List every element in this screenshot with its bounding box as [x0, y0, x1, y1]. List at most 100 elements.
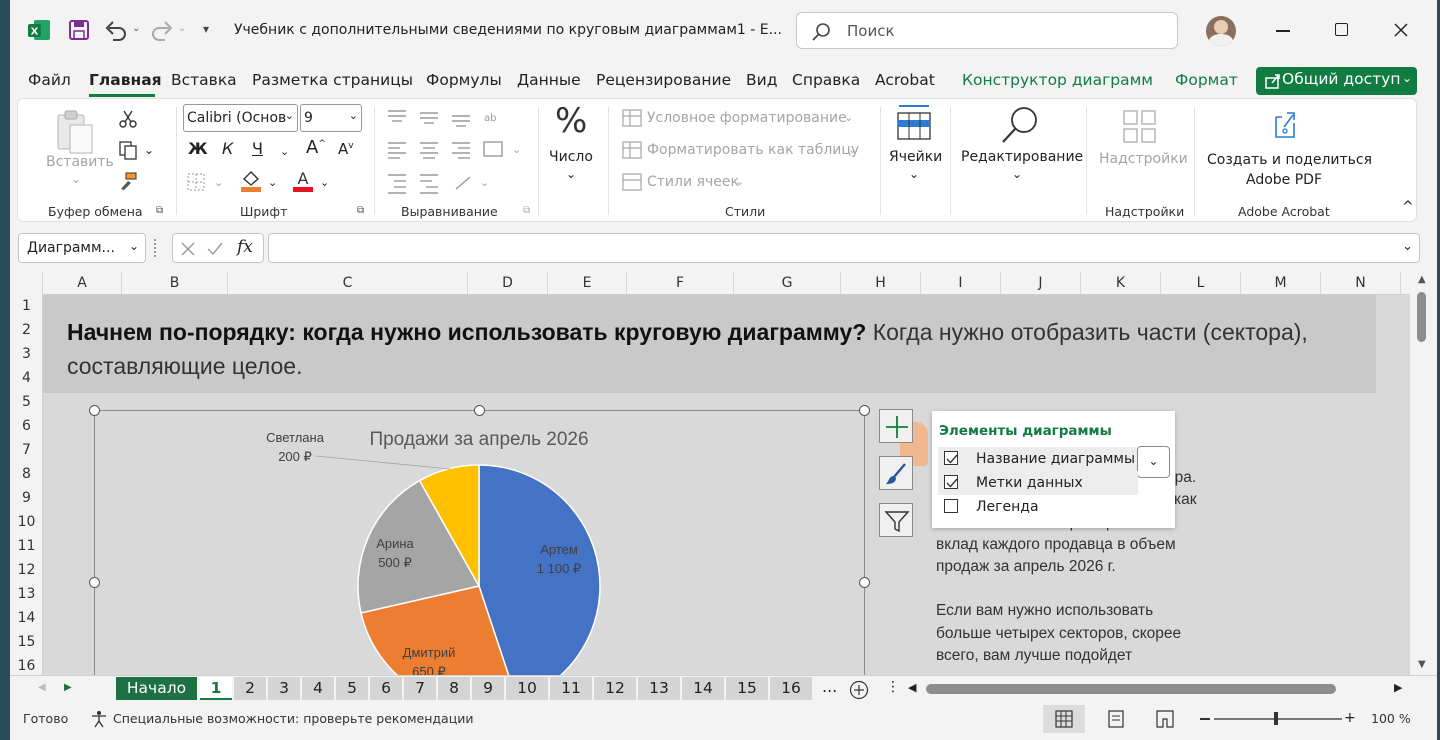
- sheet-tab-start[interactable]: Начало: [116, 677, 197, 700]
- addins-icon[interactable]: [1122, 109, 1158, 145]
- row-header[interactable]: 7: [10, 439, 43, 463]
- resize-handle-e[interactable]: [859, 577, 870, 588]
- data-label-category[interactable]: Арина: [376, 536, 414, 551]
- underline-button[interactable]: Ч: [252, 139, 263, 158]
- tab-file[interactable]: Файл: [28, 71, 71, 89]
- conditional-formatting-button[interactable]: Условное форматирование: [647, 110, 847, 126]
- zoom-slider[interactable]: [1214, 718, 1342, 720]
- increase-font-icon[interactable]: A^: [306, 137, 326, 158]
- font-color-dropdown-icon[interactable]: ⌄: [320, 176, 329, 189]
- number-dropdown-icon[interactable]: ⌄: [566, 167, 576, 181]
- checkbox-checked-icon[interactable]: [944, 475, 958, 489]
- scroll-right-icon[interactable]: ▶: [1394, 681, 1402, 694]
- scroll-up-icon[interactable]: ▲: [1418, 274, 1426, 285]
- data-label-value[interactable]: 500 ₽: [378, 555, 412, 570]
- sheet-tab[interactable]: 12: [594, 677, 636, 700]
- undo-dropdown-icon[interactable]: ⌄: [132, 23, 140, 34]
- underline-dropdown-icon[interactable]: ⌄: [280, 145, 289, 158]
- column-header[interactable]: L: [1161, 272, 1241, 295]
- row-header[interactable]: 2: [10, 319, 43, 343]
- chart-title-toggle[interactable]: Название диаграммы: [938, 447, 1138, 471]
- cells-button-label[interactable]: Ячейки: [889, 149, 942, 165]
- sheet-tab[interactable]: 1: [200, 677, 232, 700]
- merge-dropdown-icon[interactable]: ⌄: [512, 143, 521, 156]
- column-header[interactable]: K: [1081, 272, 1161, 295]
- redo-dropdown-icon[interactable]: ⌄: [178, 23, 186, 34]
- tab-data[interactable]: Данные: [517, 71, 581, 89]
- column-header[interactable]: M: [1241, 272, 1321, 295]
- user-avatar[interactable]: [1206, 16, 1236, 46]
- number-label[interactable]: Число: [549, 149, 593, 165]
- page-break-view-icon[interactable]: [1156, 710, 1174, 728]
- horizontal-scroll-thumb[interactable]: [926, 684, 1336, 694]
- font-color-icon[interactable]: A: [292, 169, 314, 193]
- scroll-down-icon[interactable]: ▼: [1418, 659, 1426, 670]
- expand-formula-icon[interactable]: ⌄: [1402, 239, 1413, 254]
- fill-color-icon[interactable]: [240, 169, 262, 193]
- tab-page-layout[interactable]: Разметка страницы: [252, 71, 413, 89]
- close-icon[interactable]: [1393, 22, 1409, 38]
- sheet-tab[interactable]: 3: [268, 677, 300, 700]
- save-icon[interactable]: [68, 19, 90, 41]
- row-header[interactable]: 8: [10, 463, 43, 487]
- zoom-out-icon[interactable]: [1200, 718, 1210, 720]
- sheet-tab[interactable]: 7: [404, 677, 436, 700]
- minimize-icon[interactable]: [1276, 30, 1290, 32]
- cells-dropdown-icon[interactable]: ⌄: [909, 167, 919, 181]
- sheet-tab[interactable]: 4: [302, 677, 334, 700]
- resize-handle-nw[interactable]: [89, 405, 100, 416]
- vertical-scroll-thumb[interactable]: [1417, 292, 1426, 342]
- tab-chart-design[interactable]: Конструктор диаграмм: [962, 71, 1153, 89]
- sheet-tab[interactable]: 6: [370, 677, 402, 700]
- tab-acrobat[interactable]: Acrobat: [875, 71, 935, 89]
- name-box[interactable]: Диаграмм... ⌄: [18, 233, 146, 263]
- resize-handle-n[interactable]: [474, 405, 485, 416]
- column-header[interactable]: N: [1321, 272, 1401, 295]
- tabs-scroll-right-icon[interactable]: ▶: [64, 682, 72, 693]
- format-as-table-button[interactable]: Форматировать как таблицу: [647, 142, 859, 158]
- zoom-level[interactable]: 100 %: [1371, 711, 1411, 726]
- copy-icon[interactable]: [118, 140, 140, 160]
- row-header[interactable]: 3: [10, 343, 43, 367]
- row-header[interactable]: 1: [10, 295, 43, 319]
- row-header[interactable]: 13: [10, 583, 43, 607]
- collapse-ribbon-icon[interactable]: ^: [1402, 199, 1414, 215]
- tab-view[interactable]: Вид: [746, 71, 777, 89]
- data-label-value[interactable]: 200 ₽: [278, 449, 312, 464]
- chart-elements-button[interactable]: [879, 409, 913, 443]
- sheet-tab[interactable]: 14: [682, 677, 724, 700]
- search-box[interactable]: Поиск: [796, 12, 1178, 49]
- alignment-launcher-icon[interactable]: ⧉: [523, 205, 530, 216]
- font-name-select[interactable]: Calibri (Основ ⌄: [183, 104, 298, 132]
- create-pdf-line1[interactable]: Создать и поделиться: [1207, 152, 1372, 168]
- data-labels-toggle[interactable]: Метки данных: [938, 471, 1138, 495]
- format-table-dropdown-icon[interactable]: ⌄: [848, 143, 857, 156]
- column-header[interactable]: E: [548, 272, 627, 295]
- add-sheet-icon[interactable]: [849, 680, 869, 700]
- row-header[interactable]: 11: [10, 535, 43, 559]
- confirm-entry-icon[interactable]: [207, 242, 223, 256]
- checkbox-unchecked-icon[interactable]: [944, 499, 958, 513]
- orientation-dropdown-icon[interactable]: ⌄: [480, 176, 489, 189]
- column-header[interactable]: I: [921, 272, 1001, 295]
- fill-color-dropdown-icon[interactable]: ⌄: [268, 176, 277, 189]
- column-header[interactable]: C: [228, 272, 468, 295]
- data-label-category[interactable]: Светлана: [266, 430, 325, 445]
- data-label-category[interactable]: Дмитрий: [403, 645, 456, 660]
- column-header[interactable]: B: [122, 272, 228, 295]
- row-header[interactable]: 10: [10, 511, 43, 535]
- data-label-value[interactable]: 1 100 ₽: [537, 561, 581, 576]
- copy-dropdown-icon[interactable]: ⌄: [144, 143, 154, 157]
- paste-dropdown-icon[interactable]: ⌄: [71, 172, 81, 186]
- tab-insert[interactable]: Вставка: [171, 71, 237, 89]
- sheet-tab[interactable]: 5: [336, 677, 368, 700]
- borders-dropdown-icon[interactable]: ⌄: [214, 176, 223, 189]
- tab-formulas[interactable]: Формулы: [426, 71, 502, 89]
- bold-button[interactable]: Ж: [188, 139, 208, 158]
- column-header[interactable]: F: [627, 272, 734, 295]
- maximize-icon[interactable]: [1335, 23, 1348, 36]
- sheet-tab[interactable]: 10: [506, 677, 548, 700]
- data-label-category[interactable]: Артем: [540, 542, 578, 557]
- tab-help[interactable]: Справка: [792, 71, 860, 89]
- column-header[interactable]: D: [468, 272, 548, 295]
